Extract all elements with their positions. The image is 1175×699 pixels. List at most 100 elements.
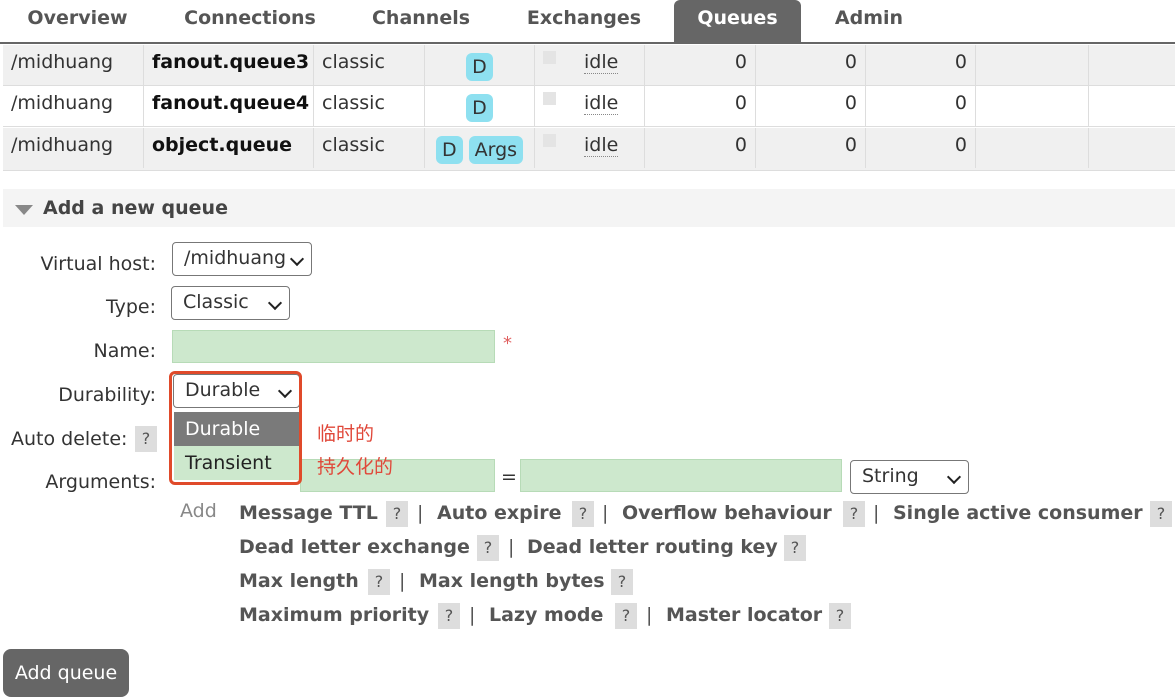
table-row: /midhuang fanout.queue3 classic D idle 0… <box>3 45 1175 86</box>
annotation-text: 临时的 <box>317 423 375 445</box>
queue-type: classic <box>314 86 425 126</box>
auto-delete-help-button[interactable]: ? <box>135 426 157 452</box>
tab-exchanges[interactable]: Exchanges <box>510 0 658 42</box>
help-button[interactable]: ? <box>438 603 460 629</box>
arg-single-active-consumer-link[interactable]: Single active consumer <box>893 502 1143 524</box>
durability-label: Durability: <box>58 384 156 406</box>
top-nav: Overview Connections Channels Exchanges … <box>0 0 1175 44</box>
required-mark: * <box>503 333 512 354</box>
queue-features: D Args <box>425 128 535 168</box>
rate-cell <box>976 86 1089 126</box>
state-label: idle <box>584 51 619 74</box>
virtual-host-value: /midhuang <box>184 247 287 269</box>
queue-state: idle <box>535 45 645 85</box>
virtual-host-label: Virtual host: <box>40 253 156 275</box>
section-title: Add a new queue <box>43 197 228 219</box>
separator: | <box>873 502 880 524</box>
help-button[interactable]: ? <box>615 603 637 629</box>
messages-unacked: 0 <box>756 128 866 168</box>
durable-badge: D <box>466 94 493 122</box>
help-button[interactable]: ? <box>611 569 633 595</box>
tab-connections[interactable]: Connections <box>170 0 330 42</box>
separator: | <box>399 570 406 592</box>
arg-max-length-bytes-link[interactable]: Max length bytes <box>419 570 605 592</box>
rate-cell <box>976 128 1089 168</box>
collapse-triangle-icon <box>15 205 33 215</box>
messages-total: 0 <box>866 45 976 85</box>
separator: | <box>602 502 609 524</box>
add-queue-section-header[interactable]: Add a new queue <box>3 189 1175 227</box>
chevron-down-icon <box>267 295 283 311</box>
annotation-text: 持久化的 <box>317 456 394 478</box>
help-button[interactable]: ? <box>572 501 594 527</box>
queue-features: D <box>425 86 535 126</box>
arg-max-length-link[interactable]: Max length <box>239 570 359 592</box>
state-indicator-icon <box>543 134 556 147</box>
queue-features: D <box>425 45 535 85</box>
add-queue-button[interactable]: Add queue <box>3 649 129 697</box>
arg-message-ttl-link[interactable]: Message TTL <box>239 502 378 524</box>
help-button[interactable]: ? <box>368 569 390 595</box>
queue-type: classic <box>314 128 425 168</box>
chevron-down-icon <box>289 251 305 267</box>
tab-channels[interactable]: Channels <box>350 0 492 42</box>
durable-badge: D <box>435 136 463 164</box>
messages-total: 0 <box>866 86 976 126</box>
arguments-label: Arguments: <box>45 471 156 493</box>
queue-vhost: /midhuang <box>3 128 144 168</box>
queue-name-link[interactable]: fanout.queue4 <box>144 86 314 126</box>
arg-lazy-mode-link[interactable]: Lazy mode <box>489 604 603 626</box>
name-input[interactable] <box>172 330 495 363</box>
separator: | <box>469 604 476 626</box>
help-button[interactable]: ? <box>784 535 806 561</box>
arg-auto-expire-link[interactable]: Auto expire <box>437 502 562 524</box>
messages-unacked: 0 <box>756 86 866 126</box>
state-indicator-icon <box>543 51 556 64</box>
durable-badge: D <box>466 53 493 81</box>
argument-type-select[interactable]: String <box>850 460 969 494</box>
add-argument-label: Add <box>180 500 217 522</box>
table-row: /midhuang fanout.queue4 classic D idle 0… <box>3 86 1175 127</box>
separator: | <box>417 502 424 524</box>
messages-ready: 0 <box>645 86 756 126</box>
arg-dead-letter-exchange-link[interactable]: Dead letter exchange <box>239 536 470 558</box>
help-button[interactable]: ? <box>829 603 851 629</box>
table-row: /midhuang object.queue classic D Args id… <box>3 128 1175 171</box>
chevron-down-icon <box>946 469 962 485</box>
separator: | <box>508 536 515 558</box>
equals-sign: = <box>501 466 517 488</box>
arg-master-locator-link[interactable]: Master locator <box>666 604 822 626</box>
help-button[interactable]: ? <box>843 501 865 527</box>
help-button[interactable]: ? <box>1150 501 1172 527</box>
name-label: Name: <box>93 340 156 362</box>
help-button[interactable]: ? <box>477 535 499 561</box>
args-badge[interactable]: Args <box>468 136 524 164</box>
highlight-box <box>169 371 302 485</box>
arg-dead-letter-routing-key-link[interactable]: Dead letter routing key <box>527 536 778 558</box>
rate-cell <box>976 45 1089 85</box>
argument-type-value: String <box>862 465 919 487</box>
argument-value-input[interactable] <box>520 459 842 492</box>
arg-overflow-behaviour-link[interactable]: Overflow behaviour <box>622 502 832 524</box>
queue-state: idle <box>535 128 645 168</box>
help-button[interactable]: ? <box>386 501 408 527</box>
messages-total: 0 <box>866 128 976 168</box>
messages-ready: 0 <box>645 128 756 168</box>
tab-admin[interactable]: Admin <box>820 0 918 42</box>
arg-maximum-priority-link[interactable]: Maximum priority <box>239 604 429 626</box>
queue-type: classic <box>314 45 425 85</box>
type-select[interactable]: Classic <box>171 286 290 320</box>
queue-name-link[interactable]: fanout.queue3 <box>144 45 314 85</box>
messages-ready: 0 <box>645 45 756 85</box>
type-value: Classic <box>183 291 249 313</box>
auto-delete-label: Auto delete: <box>11 428 128 450</box>
queue-vhost: /midhuang <box>3 45 144 85</box>
queue-state: idle <box>535 86 645 126</box>
virtual-host-select[interactable]: /midhuang <box>172 242 312 276</box>
separator: | <box>646 604 653 626</box>
tab-overview[interactable]: Overview <box>5 0 150 42</box>
queue-name-link[interactable]: object.queue <box>144 128 314 168</box>
type-label: Type: <box>105 296 156 318</box>
tab-queues[interactable]: Queues <box>674 0 801 42</box>
state-label: idle <box>584 92 619 115</box>
